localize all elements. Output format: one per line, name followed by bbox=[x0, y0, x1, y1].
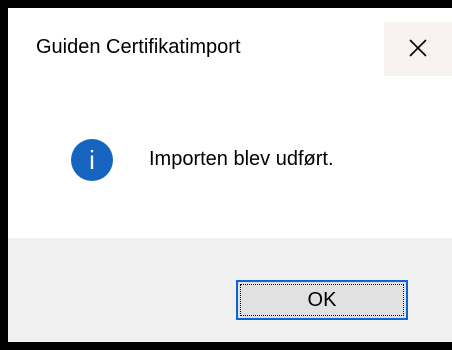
status-message: Importen blev udført. bbox=[149, 148, 334, 170]
dialog-footer: OK bbox=[8, 238, 452, 342]
info-icon-glyph: i bbox=[89, 145, 95, 175]
certificate-import-dialog: Guiden Certifikatimport i Importen blev … bbox=[8, 8, 452, 342]
close-x-icon bbox=[409, 39, 427, 57]
ok-button[interactable]: OK bbox=[236, 280, 408, 320]
close-button[interactable] bbox=[384, 22, 452, 76]
title-bar: Guiden Certifikatimport bbox=[8, 8, 452, 88]
info-icon: i bbox=[71, 139, 113, 181]
dialog-content: i Importen blev udført. bbox=[8, 88, 452, 238]
ok-button-label: OK bbox=[240, 284, 404, 316]
window-title: Guiden Certifikatimport bbox=[36, 36, 241, 58]
